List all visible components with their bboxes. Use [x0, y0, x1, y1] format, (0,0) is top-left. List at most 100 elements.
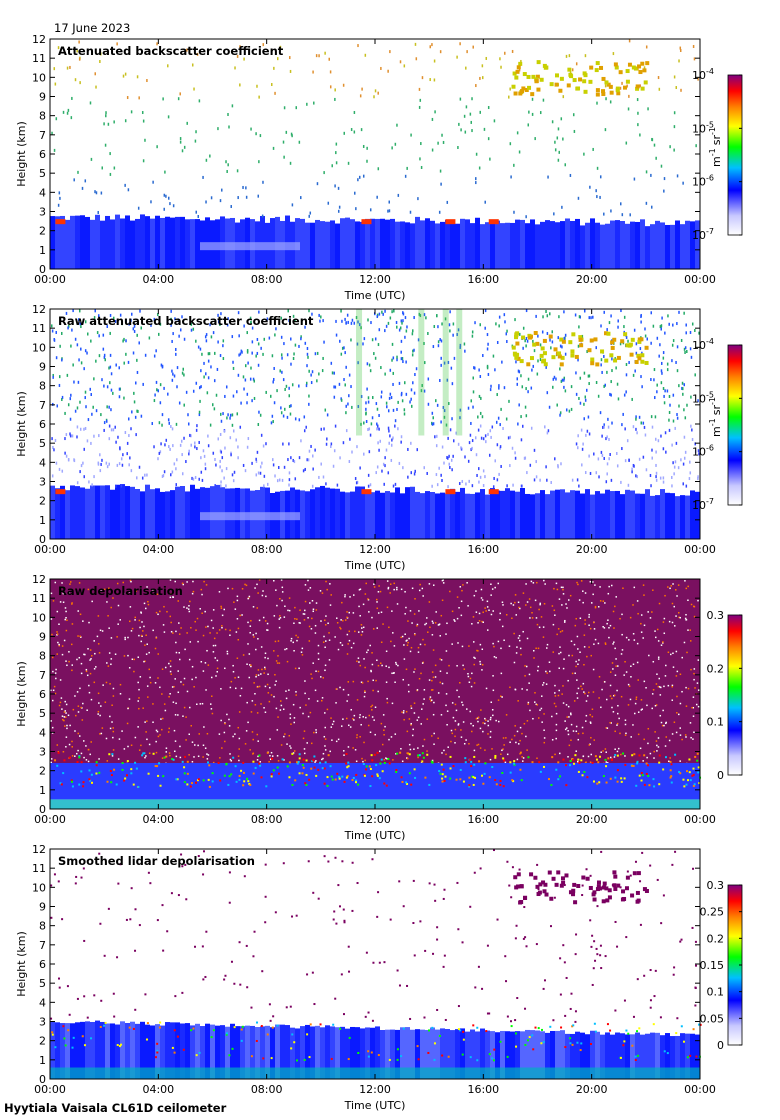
- noise-speck: [66, 985, 69, 988]
- noise-speck: [479, 76, 481, 80]
- noise-speck: [687, 599, 689, 602]
- noise-speck: [388, 738, 390, 741]
- boundary-layer-strip: [605, 223, 610, 269]
- noise-speck: [209, 423, 212, 427]
- noise-speck: [304, 680, 306, 682]
- noise-speck: [621, 613, 623, 616]
- boundary-layer-strip: [445, 219, 450, 269]
- noise-speck: [578, 484, 580, 488]
- noise-speck: [189, 706, 191, 709]
- boundary-layer-strip: [110, 219, 115, 269]
- noise-speck: [80, 876, 83, 879]
- noise-speck: [377, 167, 380, 171]
- noise-speck: [367, 484, 370, 488]
- noise-speck: [510, 896, 513, 899]
- noise-speck: [491, 425, 494, 429]
- noise-speck: [198, 386, 201, 390]
- noise-speck: [183, 766, 186, 769]
- noise-speck: [452, 716, 455, 719]
- noise-speck: [232, 366, 235, 370]
- cirrus-cell: [514, 335, 519, 340]
- noise-speck: [144, 353, 147, 357]
- noise-speck: [159, 610, 161, 613]
- noise-speck: [582, 590, 584, 592]
- noise-speck: [121, 768, 124, 771]
- noise-speck: [441, 579, 444, 582]
- y-tick-label: 9: [39, 91, 46, 104]
- noise-speck: [350, 338, 352, 342]
- noise-speck: [283, 735, 285, 738]
- noise-speck: [378, 427, 380, 431]
- noise-speck: [477, 622, 479, 624]
- boundary-layer-strip: [365, 218, 370, 269]
- noise-speck: [144, 721, 146, 723]
- noise-speck: [101, 727, 104, 729]
- noise-speck: [353, 594, 355, 596]
- noise-speck: [272, 380, 274, 384]
- noise-speck: [168, 727, 170, 730]
- noise-speck: [150, 200, 152, 204]
- noise-speck: [508, 399, 510, 403]
- cirrus-cell: [620, 339, 625, 344]
- noise-speck: [596, 101, 598, 105]
- noise-speck: [631, 754, 634, 757]
- boundary-layer-strip: [680, 495, 685, 539]
- noise-speck: [465, 482, 467, 486]
- boundary-layer-strip: [600, 493, 605, 539]
- noise-speck: [177, 600, 179, 602]
- noise-speck: [487, 629, 489, 631]
- noise-speck: [334, 997, 337, 1000]
- noise-speck: [600, 358, 603, 362]
- noise-speck: [72, 363, 74, 367]
- noise-speck: [342, 718, 344, 720]
- noise-speck: [162, 97, 164, 101]
- cirrus-cell: [593, 337, 598, 342]
- noise-speck: [482, 722, 484, 724]
- noise-speck: [190, 782, 193, 785]
- noise-speck: [164, 709, 167, 712]
- noise-speck: [146, 685, 149, 687]
- noise-speck: [680, 458, 682, 462]
- noise-speck: [503, 639, 505, 642]
- noise-speck: [480, 597, 483, 599]
- noise-speck: [308, 640, 311, 642]
- noise-speck: [564, 163, 567, 167]
- noise-speck: [539, 358, 542, 362]
- noise-speck: [461, 701, 463, 704]
- noise-speck: [464, 349, 466, 353]
- noise-speck: [473, 871, 476, 874]
- noise-speck: [417, 756, 419, 759]
- noise-speck: [682, 778, 685, 781]
- noise-speck: [645, 772, 648, 775]
- noise-speck: [155, 637, 158, 639]
- noise-speck: [171, 339, 173, 343]
- boundary-layer-strip: [85, 216, 90, 269]
- noise-speck: [548, 661, 551, 663]
- noise-speck: [574, 672, 576, 675]
- noise-speck: [363, 658, 365, 660]
- noise-speck: [380, 641, 383, 644]
- y-tick-label: 3: [39, 206, 46, 219]
- noise-speck: [447, 436, 449, 440]
- noise-speck: [83, 367, 85, 371]
- noise-speck: [285, 1006, 288, 1009]
- noise-speck: [471, 730, 473, 733]
- noise-speck: [267, 692, 270, 694]
- noise-speck: [594, 584, 596, 586]
- noise-speck: [244, 743, 247, 745]
- noise-speck: [290, 747, 292, 749]
- noise-speck: [668, 428, 671, 432]
- noise-speck: [242, 185, 244, 189]
- noise-speck: [325, 580, 327, 583]
- noise-speck: [672, 339, 675, 343]
- noise-speck: [612, 668, 614, 670]
- noise-speck: [183, 606, 185, 608]
- noise-speck: [217, 437, 219, 441]
- tick-exponent: -6: [706, 174, 714, 183]
- noise-speck: [141, 621, 143, 623]
- noise-speck: [682, 482, 685, 486]
- noise-speck: [183, 145, 186, 149]
- noise-speck: [130, 744, 133, 747]
- noise-speck: [140, 611, 142, 613]
- noise-speck: [310, 444, 312, 448]
